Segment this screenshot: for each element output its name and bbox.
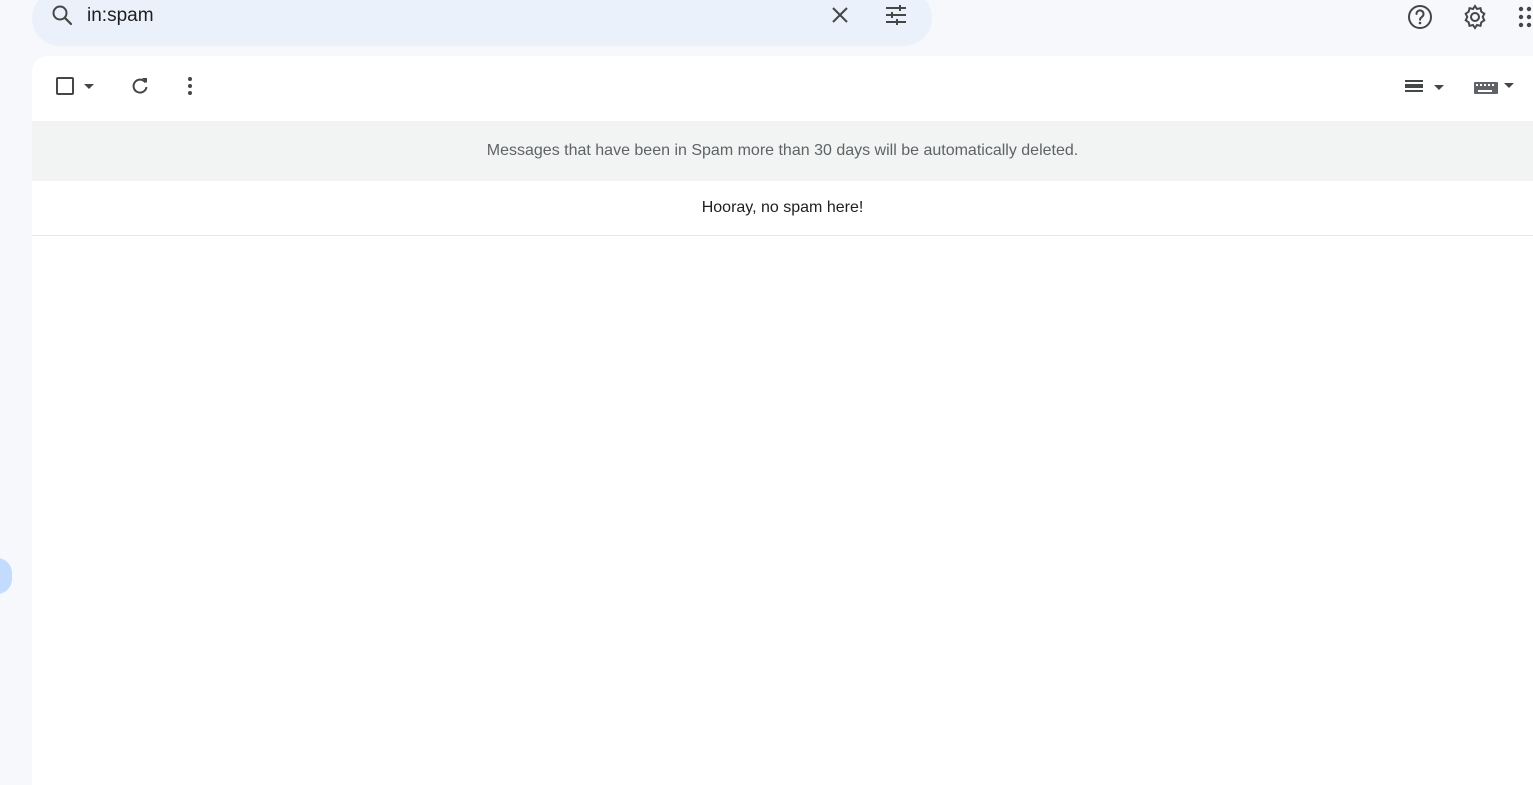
notice-text: Messages that have been in Spam more tha…	[486, 142, 1079, 159]
toolbar	[32, 56, 1533, 121]
empty-state-text: Hooray, no spam here!	[701, 199, 864, 216]
gear-icon[interactable]	[1462, 4, 1488, 30]
search-icon[interactable]	[50, 3, 74, 27]
refresh-button[interactable]	[128, 74, 152, 98]
apps-icon[interactable]	[1517, 4, 1533, 30]
sidebar-active-indicator[interactable]	[0, 558, 12, 594]
checkbox-icon[interactable]	[54, 74, 104, 98]
help-icon[interactable]	[1407, 4, 1433, 30]
refresh-icon[interactable]	[128, 74, 152, 98]
close-icon[interactable]	[828, 3, 852, 27]
search-bar[interactable]	[32, 0, 932, 46]
spam-retention-notice: Messages that have been in Spam more tha…	[32, 121, 1533, 181]
message-list-panel: Messages that have been in Spam more tha…	[32, 56, 1533, 785]
density-toggle-button[interactable]	[1402, 74, 1446, 98]
select-all-checkbox[interactable]	[54, 74, 104, 98]
keyboard-icon[interactable]	[1472, 74, 1522, 98]
gmail-spam-view: Messages that have been in Spam more tha…	[0, 0, 1533, 785]
tune-icon[interactable]	[884, 3, 908, 27]
input-tools-button[interactable]	[1472, 74, 1522, 98]
density-icon[interactable]	[1402, 74, 1446, 98]
more-options-button[interactable]	[178, 74, 202, 98]
more-vert-icon[interactable]	[178, 74, 202, 98]
empty-state-row: Hooray, no spam here!	[32, 181, 1533, 236]
search-input[interactable]	[87, 2, 787, 30]
